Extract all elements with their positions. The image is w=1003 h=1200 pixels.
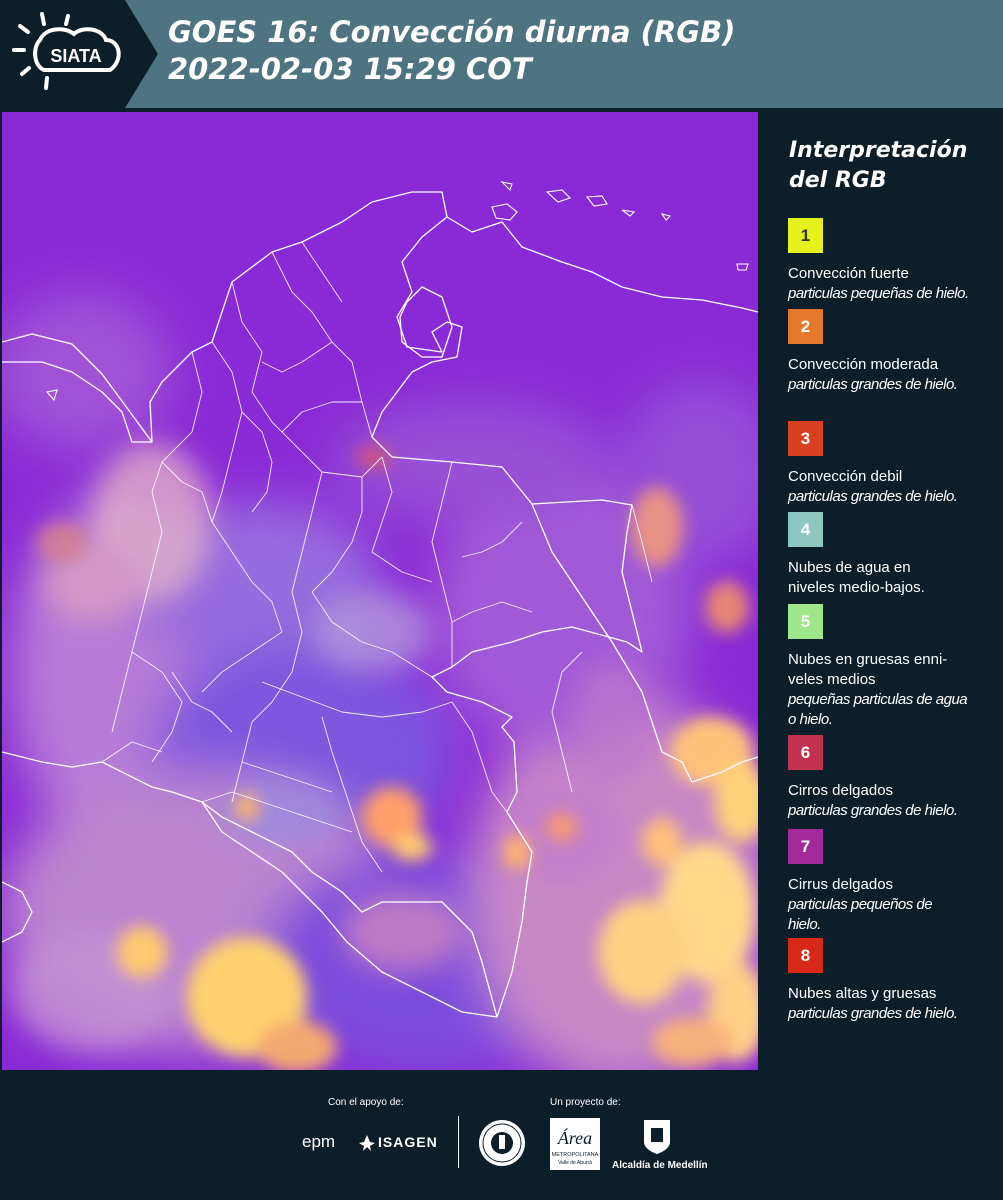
legend-item-7: 7 Cirrus delgados particulas pequeños de… xyxy=(788,829,994,935)
legend-label-6: Cirros delgados xyxy=(788,782,894,799)
area-logo-sub: METROPOLITANA xyxy=(552,1152,599,1158)
legend-title-line-2: del RGB xyxy=(789,168,887,193)
legend-label-4: Nubes de agua en niveles medio-bajos. xyxy=(788,559,925,596)
legend-item-5: 5 Nubes en gruesas enni-veles medios peq… xyxy=(788,604,994,730)
title-line-2: 2022-02-03 15:29 COT xyxy=(168,52,532,86)
legend-item-2: 2 Convección moderada particulas grandes… xyxy=(788,309,994,395)
isagen-logo: ISAGEN xyxy=(378,1134,438,1150)
legend-sub-7: particulas pequeños de hielo. xyxy=(788,896,933,933)
legend-number-7: 7 xyxy=(800,836,811,856)
legend-number-5: 5 xyxy=(800,611,811,631)
seal-icon xyxy=(479,1120,525,1166)
legend-sub-1: particulas pequeñas de hielo. xyxy=(788,285,969,302)
epm-logo: epm xyxy=(302,1132,336,1151)
legend-label-2: Convección moderada xyxy=(788,356,939,373)
project-label: Un proyecto de: xyxy=(550,1097,621,1108)
header-bar: SIATA GOES 16: Convección diurna (RGB) 2… xyxy=(0,0,1003,108)
legend-item-4: 4 Nubes de agua en niveles medio-bajos. xyxy=(788,512,994,598)
legend-item-3: 3 Convección debil particulas grandes de… xyxy=(788,421,994,507)
logo-panel: SIATA xyxy=(0,0,158,108)
area-logo-text: Área xyxy=(557,1127,592,1148)
legend-sub-2: particulas grandes de hielo. xyxy=(788,376,958,393)
footer: Con el apoyo de: Un proyecto de: epm ISA… xyxy=(0,1070,1003,1200)
legend-swatch-8: 8 xyxy=(788,938,823,973)
legend-swatch-3: 3 xyxy=(788,421,823,456)
legend-number-2: 2 xyxy=(800,316,811,336)
area-metropolitana-logo: Área METROPOLITANA Valle de Aburrá xyxy=(550,1118,600,1170)
map-canvas xyxy=(2,112,758,1070)
logo-text: SIATA xyxy=(50,46,101,66)
legend-title-line-1: Interpretación xyxy=(789,138,968,163)
legend-item-8: 8 Nubes altas y gruesas particulas grand… xyxy=(788,938,994,1024)
legend-number-4: 4 xyxy=(800,519,811,539)
legend-item-6: 6 Cirros delgados particulas grandes de … xyxy=(788,735,994,821)
legend-swatch-2: 2 xyxy=(788,309,823,344)
support-label: Con el apoyo de: xyxy=(328,1097,404,1108)
legend-label-5: Nubes en gruesas enni-veles medios xyxy=(788,651,948,688)
legend-item-1: 1 Convección fuerte particulas pequeñas … xyxy=(788,218,994,304)
legend-label-1: Convección fuerte xyxy=(788,265,909,282)
legend-swatch-6: 6 xyxy=(788,735,823,770)
legend-number-1: 1 xyxy=(800,225,811,245)
legend-number-6: 6 xyxy=(800,742,811,762)
legend-sub-3: particulas grandes de hielo. xyxy=(788,488,958,505)
alcaldia-label: Alcaldía de Medellín xyxy=(612,1160,708,1171)
isagen-icon xyxy=(359,1135,375,1151)
legend-label-3: Convección debil xyxy=(788,468,903,485)
legend-panel: Interpretación del RGB 1 Convección fuer… xyxy=(760,108,1003,1070)
satellite-map[interactable] xyxy=(2,112,758,1070)
legend-number-3: 3 xyxy=(800,428,811,448)
legend-swatch-7: 7 xyxy=(788,829,823,864)
legend-swatch-5: 5 xyxy=(788,604,823,639)
legend-sub-6: particulas grandes de hielo. xyxy=(788,802,958,819)
legend-swatch-4: 4 xyxy=(788,512,823,547)
area-logo-sub2: Valle de Aburrá xyxy=(558,1160,592,1166)
legend-sub-5: pequeñas particulas de agua o hielo. xyxy=(788,691,968,728)
legend-number-8: 8 xyxy=(800,945,811,965)
legend-title: Interpretación del RGB xyxy=(789,136,989,196)
page-title: GOES 16: Convección diurna (RGB) 2022-02… xyxy=(168,14,735,88)
title-line-1: GOES 16: Convección diurna (RGB) xyxy=(168,15,736,49)
legend-label-7: Cirrus delgados xyxy=(788,876,894,893)
legend-swatch-1: 1 xyxy=(788,218,823,253)
legend-label-8: Nubes altas y gruesas xyxy=(788,985,937,1002)
footer-divider xyxy=(458,1116,459,1168)
medellin-shield-icon xyxy=(644,1120,670,1154)
legend-sub-8: particulas grandes de hielo. xyxy=(788,1005,958,1022)
